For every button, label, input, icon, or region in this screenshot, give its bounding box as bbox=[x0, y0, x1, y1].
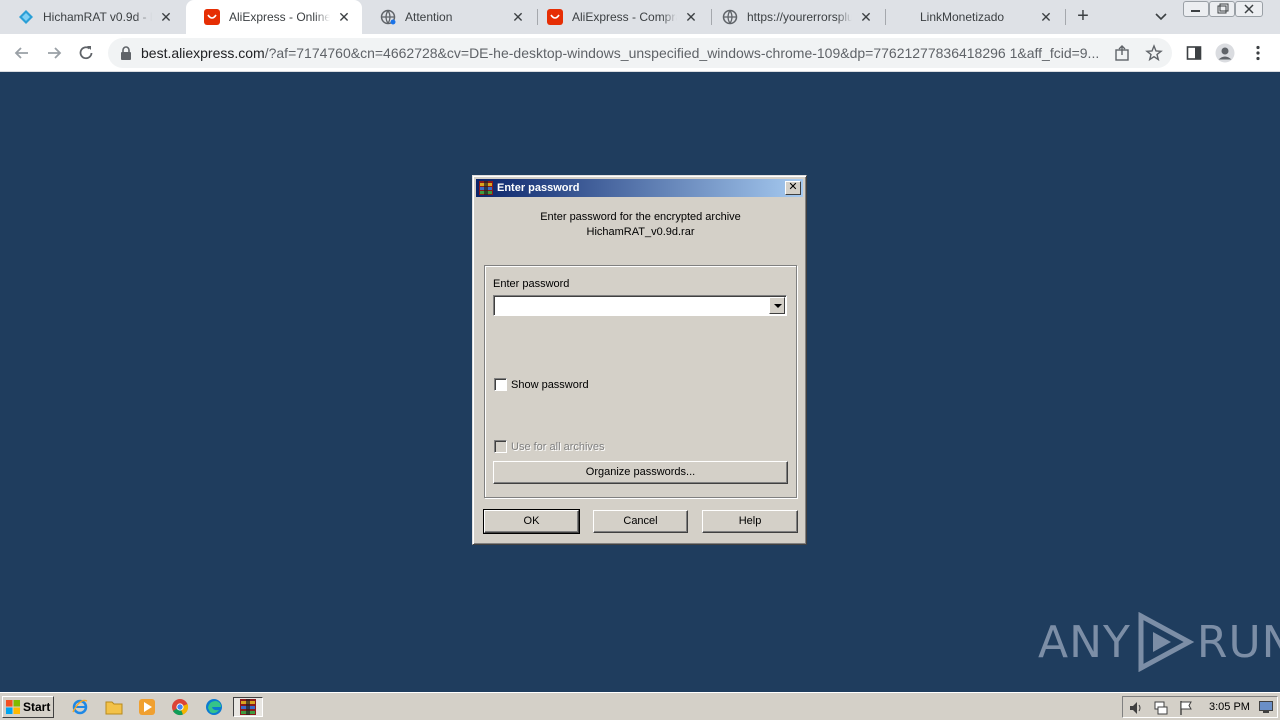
window-close-icon[interactable] bbox=[1235, 1, 1263, 17]
tab-close-icon[interactable]: ✕ bbox=[1038, 9, 1054, 25]
tab-attention[interactable]: Attention ✕ bbox=[362, 0, 536, 34]
watermark-text-left: ANY bbox=[1038, 616, 1131, 668]
tab-close-icon[interactable]: ✕ bbox=[158, 9, 174, 25]
tab-title: LinkMonetizado bbox=[920, 10, 1005, 24]
show-password-label[interactable]: Show password bbox=[511, 379, 589, 391]
system-tray: 3:05 PM bbox=[1122, 696, 1278, 718]
taskbar: Start 3:05 PM bbox=[0, 692, 1280, 720]
url-text[interactable]: best.aliexpress.com/?af=7174760&cn=46627… bbox=[141, 45, 1101, 61]
side-panel-icon[interactable] bbox=[1184, 43, 1204, 63]
reload-icon[interactable] bbox=[75, 42, 97, 64]
show-password-checkbox[interactable] bbox=[494, 378, 507, 391]
media-player-icon[interactable] bbox=[137, 697, 157, 717]
tab-linkmonetizado[interactable]: LinkMonetizado ✕ bbox=[884, 0, 1064, 34]
ok-button[interactable]: OK bbox=[483, 509, 580, 534]
ie-icon[interactable] bbox=[70, 697, 90, 717]
back-arrow-icon[interactable] bbox=[11, 42, 33, 64]
watermark-text-right: RUN bbox=[1196, 616, 1280, 668]
archive-name: HichamRAT_v0.9d.rar bbox=[586, 226, 695, 238]
tab-aliexpress-es[interactable]: AliExpress - Compras en línea ✕ bbox=[529, 0, 709, 34]
globe-icon bbox=[380, 9, 396, 25]
tab-hichamrat[interactable]: HichamRAT v0.9d - FUD ✕ bbox=[0, 0, 184, 34]
network-icon[interactable] bbox=[1153, 700, 1169, 719]
globe-icon bbox=[722, 9, 738, 25]
tab-title: Attention bbox=[405, 10, 453, 24]
dialog-close-button[interactable]: ✕ bbox=[785, 181, 801, 195]
aliexpress-icon bbox=[547, 9, 563, 25]
globe-blue-icon bbox=[18, 9, 34, 25]
explorer-folder-icon[interactable] bbox=[104, 697, 124, 717]
kebab-menu-icon[interactable] bbox=[1248, 43, 1268, 63]
winrar-taskbar-icon[interactable] bbox=[233, 697, 263, 717]
tab-aliexpress-active[interactable]: AliExpress - Online Shopping ✕ bbox=[186, 0, 362, 34]
edge-icon[interactable] bbox=[204, 697, 224, 717]
dialog-message: Enter password for the encrypted archive… bbox=[473, 210, 808, 240]
password-label: Enter password bbox=[493, 278, 570, 290]
forward-arrow-icon[interactable] bbox=[43, 42, 65, 64]
show-desktop-icon[interactable] bbox=[1259, 701, 1273, 716]
url-path: /?af=7174760&cn=4662728&cv=DE-he-desktop… bbox=[264, 45, 1100, 61]
use-for-all-label: Use for all archives bbox=[511, 441, 605, 453]
tab-close-icon[interactable]: ✕ bbox=[510, 9, 526, 25]
browser-toolbar: best.aliexpress.com/?af=7174760&cn=46627… bbox=[0, 34, 1280, 72]
cancel-button[interactable]: Cancel bbox=[593, 510, 688, 533]
tab-yourerrorsplugin[interactable]: https://yourerrorsplugin ✕ bbox=[704, 0, 884, 34]
clock[interactable]: 3:05 PM bbox=[1209, 701, 1250, 713]
restore-icon[interactable] bbox=[1209, 1, 1235, 17]
url-host: best.aliexpress.com bbox=[141, 45, 265, 61]
start-label: Start bbox=[23, 700, 51, 714]
dialog-title: Enter password bbox=[497, 182, 580, 194]
address-bar[interactable]: best.aliexpress.com/?af=7174760&cn=46627… bbox=[108, 38, 1172, 68]
tab-close-icon[interactable]: ✕ bbox=[336, 9, 352, 25]
anyrun-watermark: ANY RUN bbox=[1038, 612, 1280, 672]
profile-avatar-icon[interactable] bbox=[1215, 43, 1235, 63]
tab-title: https://yourerrorsplugin bbox=[747, 10, 852, 24]
minimize-icon[interactable] bbox=[1183, 1, 1209, 17]
browser-tabstrip: HichamRAT v0.9d - FUD ✕ AliExpress - Onl… bbox=[0, 0, 1280, 34]
start-button[interactable]: Start bbox=[2, 696, 54, 718]
new-tab-plus-icon[interactable]: + bbox=[1073, 6, 1093, 27]
lock-icon[interactable] bbox=[120, 46, 132, 63]
password-dialog: Enter password ✕ Enter password for the … bbox=[472, 175, 807, 545]
play-logo-icon bbox=[1138, 612, 1195, 672]
dialog-titlebar[interactable]: Enter password ✕ bbox=[476, 179, 803, 197]
action-center-flag-icon[interactable] bbox=[1178, 700, 1194, 719]
organize-passwords-button[interactable]: Organize passwords... bbox=[493, 461, 788, 484]
help-button[interactable]: Help bbox=[702, 510, 798, 533]
message-line: Enter password for the encrypted archive bbox=[540, 211, 741, 223]
tab-title: HichamRAT v0.9d - FUD bbox=[43, 10, 152, 24]
tab-title: AliExpress - Compras en línea bbox=[572, 10, 677, 24]
tab-close-icon[interactable]: ✕ bbox=[683, 9, 699, 25]
password-input[interactable] bbox=[493, 295, 787, 316]
tab-close-icon[interactable]: ✕ bbox=[858, 9, 874, 25]
tab-search-chevron-icon[interactable] bbox=[1152, 8, 1170, 26]
tab-separator bbox=[1065, 9, 1066, 25]
use-for-all-checkbox bbox=[494, 440, 507, 453]
dropdown-arrow-icon[interactable] bbox=[769, 297, 785, 314]
tab-title: AliExpress - Online Shopping bbox=[229, 10, 330, 24]
windows-flag-icon bbox=[6, 700, 20, 714]
share-icon[interactable] bbox=[1114, 45, 1130, 64]
winrar-icon bbox=[478, 180, 494, 196]
aliexpress-icon bbox=[204, 9, 220, 25]
bookmark-star-icon[interactable] bbox=[1145, 44, 1163, 65]
chrome-icon[interactable] bbox=[170, 697, 190, 717]
volume-icon[interactable] bbox=[1128, 700, 1144, 719]
